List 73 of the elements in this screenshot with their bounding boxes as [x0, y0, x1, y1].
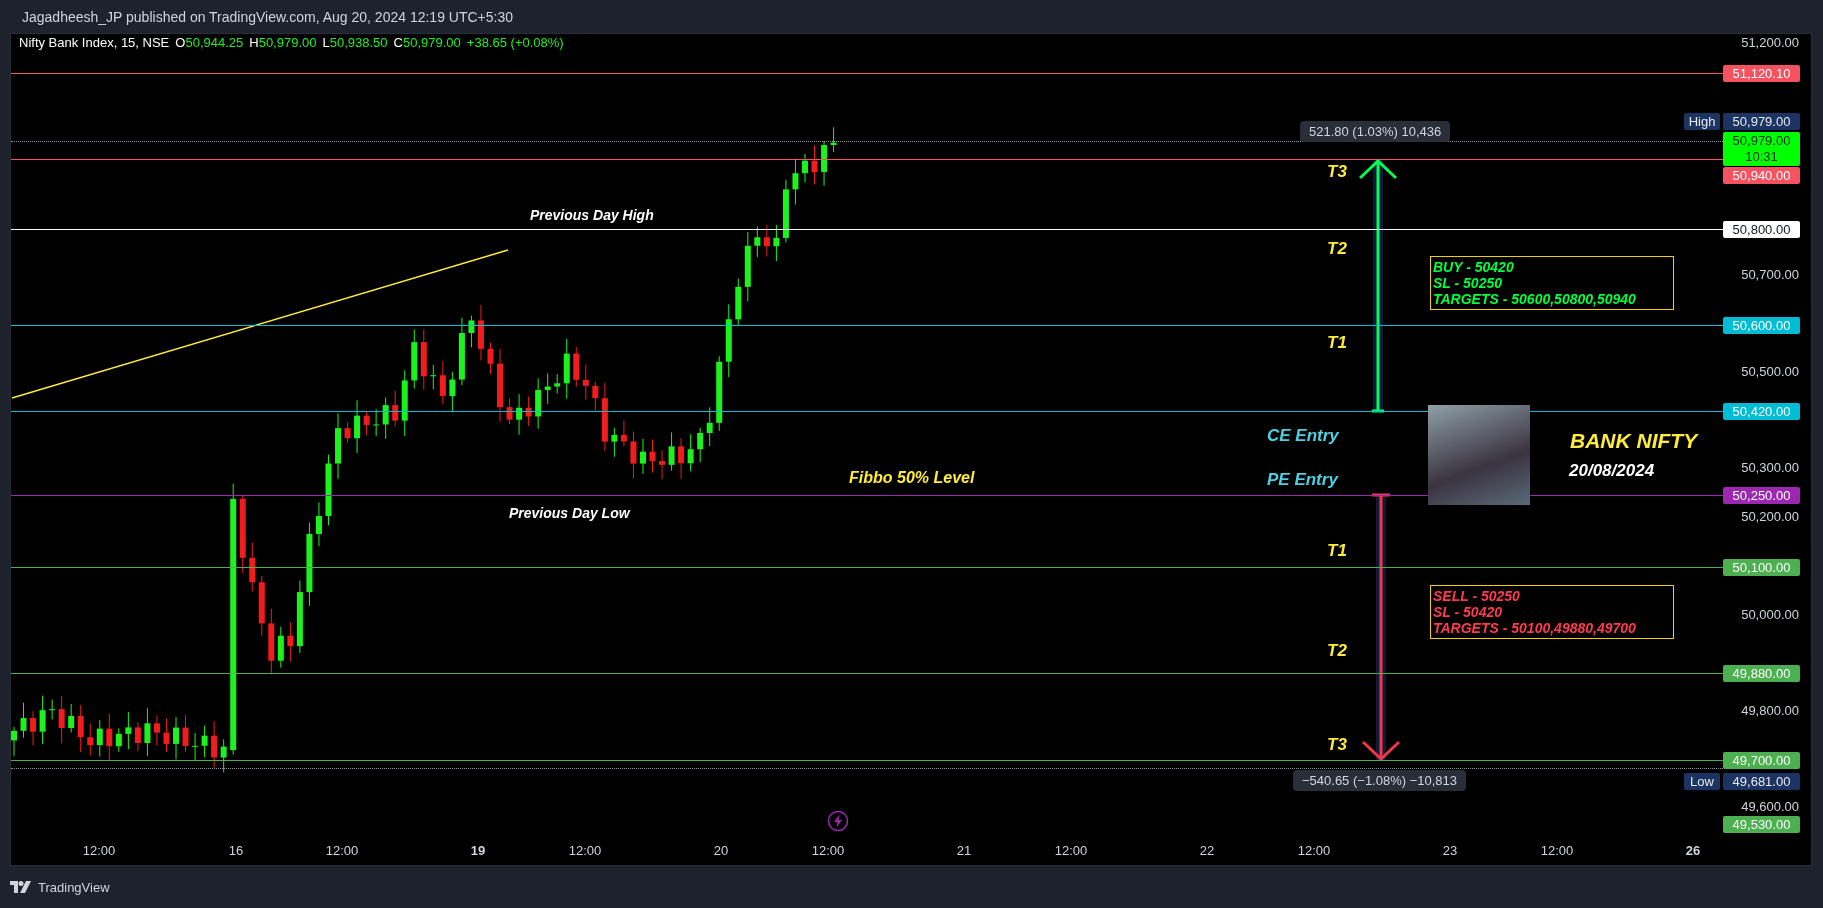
- ohlc-key: L: [322, 34, 330, 50]
- price-tick: 51,200.00: [1741, 35, 1799, 51]
- ohlc-value: 50,979.00: [258, 34, 317, 50]
- symbol-title: Nifty Bank Index, 15, NSE: [19, 34, 170, 50]
- chart-annotation: 20/08/2024: [1569, 461, 1655, 479]
- ohlc-key: C: [393, 34, 403, 50]
- ohlc-value: 50,979.00: [402, 34, 461, 50]
- low-tag: Low: [1684, 773, 1720, 790]
- time-label: 23: [1442, 843, 1458, 858]
- brand-name: TradingView: [38, 879, 110, 895]
- lightning-icon[interactable]: [827, 810, 849, 832]
- price-label: 50,100.00: [1723, 559, 1800, 576]
- chart-annotation: Previous Day Low: [509, 506, 630, 520]
- chart-annotation: T3: [1327, 162, 1347, 180]
- price-tick: 49,800.00: [1741, 703, 1799, 719]
- price-tick: 50,700.00: [1741, 267, 1799, 283]
- high-tag: High: [1684, 113, 1720, 130]
- chart-annotation: T1: [1327, 333, 1347, 351]
- chart-annotation: BANK NIFTY: [1570, 429, 1698, 451]
- time-label: 22: [1199, 843, 1215, 858]
- chart-annotation: Previous Day High: [530, 208, 654, 222]
- time-label: 12:00: [82, 843, 116, 858]
- price-label: 50,940.00: [1723, 167, 1800, 184]
- publish-line: Jagadheesh_JP published on TradingView.com, Aug 20, 2024 12:19 UTC+5:30: [22, 8, 513, 25]
- time-label: 21: [956, 843, 972, 858]
- last-price: 50,979.00: [1732, 133, 1791, 149]
- chart-annotation: T1: [1327, 541, 1347, 559]
- ohlc-key: H: [249, 34, 259, 50]
- signal-line: SELL - 50250: [1433, 588, 1521, 604]
- chart-annotation: T3: [1327, 735, 1347, 753]
- price-label: 50,800.00: [1723, 221, 1800, 238]
- ohlc-key: O: [175, 34, 186, 50]
- ohlc-value: 50,938.50: [329, 34, 388, 50]
- signal-line: BUY - 50420: [1433, 259, 1515, 275]
- price-change: +38.65 (+0.08%): [466, 34, 564, 50]
- high-price-label: 50,979.00: [1723, 113, 1800, 130]
- signal-line: SL - 50420: [1433, 604, 1503, 620]
- time-label: 20: [713, 843, 729, 858]
- chart-annotation: T2: [1327, 239, 1347, 257]
- measure-label: 521.80 (1.03%) 10,436: [1300, 121, 1451, 142]
- low-price-label: 49,681.00: [1723, 773, 1800, 790]
- price-label: 49,530.00: [1723, 816, 1800, 833]
- chart-annotation: Fibbo 50% Level: [849, 470, 975, 486]
- price-label: 50,250.00: [1723, 487, 1800, 504]
- price-tick: 50,000.00: [1741, 607, 1799, 623]
- price-label: 49,700.00: [1723, 752, 1800, 769]
- time-label: 26: [1685, 843, 1701, 858]
- time-label: 12:00: [325, 843, 359, 858]
- price-label: 51,120.10: [1723, 65, 1800, 82]
- price-label: 50,600.00: [1723, 317, 1800, 334]
- time-label: 16: [228, 843, 244, 858]
- measure-label: −540.65 (−1.08%) −10,813: [1293, 770, 1467, 791]
- time-label: 19: [470, 843, 486, 858]
- signal-line: TARGETS - 50100,49880,49700: [1433, 620, 1637, 636]
- time-label: 12:00: [811, 843, 845, 858]
- bar-countdown: 10:31: [1745, 149, 1778, 165]
- time-label: 12:00: [568, 843, 602, 858]
- time-label: 12:00: [1297, 843, 1331, 858]
- price-label: 50,420.00: [1723, 403, 1800, 420]
- chart-annotation: PE Entry: [1267, 470, 1338, 488]
- price-tick: 50,200.00: [1741, 509, 1799, 525]
- price-tick: 50,300.00: [1741, 460, 1799, 476]
- time-label: 12:00: [1540, 843, 1574, 858]
- chart-annotation: T2: [1327, 641, 1347, 659]
- chart-annotation: CE Entry: [1267, 426, 1339, 444]
- signal-line: SL - 50250: [1433, 275, 1503, 291]
- logo-icon: [10, 881, 32, 893]
- ohlc-value: 50,944.25: [185, 34, 244, 50]
- signal-line: TARGETS - 50600,50800,50940: [1433, 291, 1637, 307]
- price-label: 49,880.00: [1723, 665, 1800, 682]
- price-tick: 50,500.00: [1741, 364, 1799, 380]
- time-label: 12:00: [1054, 843, 1088, 858]
- price-tick: 49,600.00: [1741, 799, 1799, 815]
